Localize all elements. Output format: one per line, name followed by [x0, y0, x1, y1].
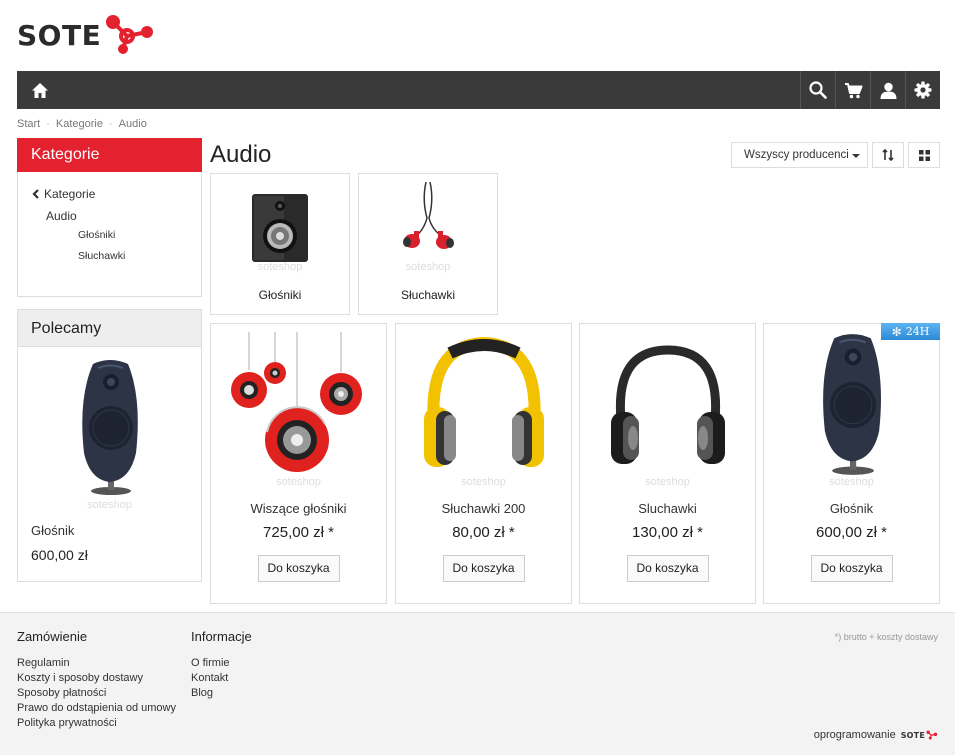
- product-image[interactable]: [764, 330, 939, 480]
- earphones-image: [403, 181, 454, 249]
- footer-link-delivery[interactable]: Koszty i sposoby dostawy: [17, 671, 176, 686]
- product-name[interactable]: Słuchawki 200: [396, 501, 571, 516]
- page-title: Audio: [210, 141, 272, 168]
- categories-title: Kategorie: [17, 138, 202, 172]
- logo-text: SOTE: [17, 18, 102, 52]
- product-card: soteshop Sluchawki 130,00 zł * Do koszyk…: [579, 323, 756, 604]
- search-icon[interactable]: [800, 71, 835, 109]
- grid-view-button[interactable]: [908, 142, 940, 168]
- hanging-speakers-image: [230, 332, 362, 472]
- product-card: soteshop Wiszące głośniki 725,00 zł * Do…: [210, 323, 387, 604]
- footer-link-blog[interactable]: Blog: [191, 686, 252, 701]
- cart-icon[interactable]: [835, 71, 870, 109]
- footer: Zamówienie Regulamin Koszty i sposoby do…: [0, 612, 955, 755]
- navbar-actions: [800, 71, 940, 109]
- software-label: oprogramowanie: [813, 729, 896, 741]
- logo-molecule-icon: [926, 730, 938, 740]
- product-name[interactable]: Wiszące głośniki: [211, 501, 386, 516]
- top-navbar: [17, 71, 940, 109]
- footer-link-payments[interactable]: Sposoby płatności: [17, 686, 176, 701]
- category-back-label: Kategorie: [44, 187, 96, 201]
- watermark: soteshop: [461, 476, 506, 488]
- speaker-tower-image: [822, 334, 881, 475]
- product-image[interactable]: [580, 330, 755, 480]
- recommended-title: Polecamy: [18, 310, 201, 347]
- subcategory-name: Głośniki: [258, 288, 302, 302]
- sort-icon: [882, 149, 894, 161]
- product-price: 130,00 zł *: [632, 524, 703, 541]
- chevron-left-icon: [32, 189, 39, 199]
- product-card: ✻ 24H soteshop Głośnik 600,00 zł * Do kos…: [763, 323, 940, 604]
- product-card: soteshop Słuchawki 200 80,00 zł * Do kos…: [395, 323, 572, 604]
- footer-order-column: Zamówienie Regulamin Koszty i sposoby do…: [17, 629, 176, 731]
- footer-order-title: Zamówienie: [17, 629, 88, 644]
- breadcrumb-current: Audio: [118, 118, 147, 130]
- subcategory-card-sluchawki[interactable]: soteshop Słuchawki: [358, 173, 498, 315]
- subcategory-card-glosniki[interactable]: soteshop Głośniki: [210, 173, 350, 315]
- product-image[interactable]: [396, 330, 571, 480]
- watermark: soteshop: [87, 499, 132, 511]
- product-name[interactable]: Sluchawki: [580, 501, 755, 516]
- grid-icon: [918, 149, 930, 161]
- add-to-cart-button[interactable]: Do koszyka: [810, 555, 893, 582]
- gear-icon[interactable]: [905, 71, 940, 109]
- subcategory-name: Słuchawki: [400, 288, 456, 302]
- product-price: 725,00 zł *: [263, 524, 334, 541]
- yellow-headphones-image: [423, 336, 544, 467]
- logo-molecule-icon: [106, 15, 154, 54]
- product-price: 600,00 zł *: [816, 524, 887, 541]
- price-note: *) brutto + koszty dostawy: [834, 632, 938, 642]
- add-to-cart-button[interactable]: Do koszyka: [257, 555, 340, 582]
- watermark: soteshop: [645, 476, 690, 488]
- black-headphones-image: [610, 345, 725, 464]
- footer-link-privacy[interactable]: Polityka prywatności: [17, 716, 176, 731]
- category-back-link[interactable]: Kategorie: [32, 185, 201, 203]
- watermark: soteshop: [405, 261, 451, 273]
- sort-button[interactable]: [872, 142, 904, 168]
- watermark: soteshop: [257, 261, 303, 273]
- breadcrumb-start[interactable]: Start: [17, 118, 40, 130]
- footer-info-title: Informacje: [191, 629, 252, 644]
- footer-link-about[interactable]: O firmie: [191, 656, 252, 671]
- category-child-glosniki[interactable]: Głośniki: [78, 229, 201, 241]
- home-icon[interactable]: [17, 71, 63, 109]
- breadcrumb-separator: ·: [109, 118, 113, 130]
- recommended-panel: Polecamy soteshop Głośnik 600,00 zł: [17, 309, 202, 582]
- breadcrumb: Start · Kategorie · Audio: [17, 118, 147, 130]
- footer-link-contact[interactable]: Kontakt: [191, 671, 252, 686]
- categories-list: Kategorie Audio Głośniki Słuchawki: [18, 172, 201, 262]
- category-child-sluchawki[interactable]: Słuchawki: [78, 250, 201, 262]
- product-name[interactable]: Głośnik: [764, 501, 939, 516]
- recommended-product-price: 600,00 zł: [31, 547, 88, 563]
- speaker-tower-image[interactable]: [68, 358, 152, 498]
- footer-link-withdrawal[interactable]: Prawo do odstąpienia od umowy: [17, 701, 176, 716]
- caret-down-icon: [852, 154, 860, 158]
- add-to-cart-button[interactable]: Do koszyka: [442, 555, 525, 582]
- add-to-cart-button[interactable]: Do koszyka: [626, 555, 709, 582]
- categories-panel: Kategorie Kategorie Audio Głośniki Słuch…: [17, 138, 202, 297]
- logo[interactable]: SOTE: [17, 14, 159, 56]
- software-brand: SOTE: [900, 730, 925, 740]
- producer-filter-value: Wszyscy producenci: [744, 149, 849, 161]
- footer-info-column: Informacje O firmie Kontakt Blog: [191, 629, 252, 701]
- software-credit[interactable]: oprogramowanie SOTE: [814, 729, 938, 741]
- recommended-product-name[interactable]: Głośnik: [31, 523, 74, 538]
- watermark: soteshop: [829, 476, 874, 488]
- product-price: 80,00 zł *: [452, 524, 515, 541]
- footer-link-regulamin[interactable]: Regulamin: [17, 656, 176, 671]
- watermark: soteshop: [276, 476, 321, 488]
- product-image[interactable]: [211, 330, 386, 480]
- breadcrumb-separator: ·: [46, 118, 50, 130]
- studio-monitor-image: [252, 194, 308, 262]
- producer-filter-select[interactable]: Wszyscy producenci: [731, 142, 868, 168]
- breadcrumb-kategorie[interactable]: Kategorie: [56, 118, 103, 130]
- category-current[interactable]: Audio: [46, 209, 201, 223]
- user-icon[interactable]: [870, 71, 905, 109]
